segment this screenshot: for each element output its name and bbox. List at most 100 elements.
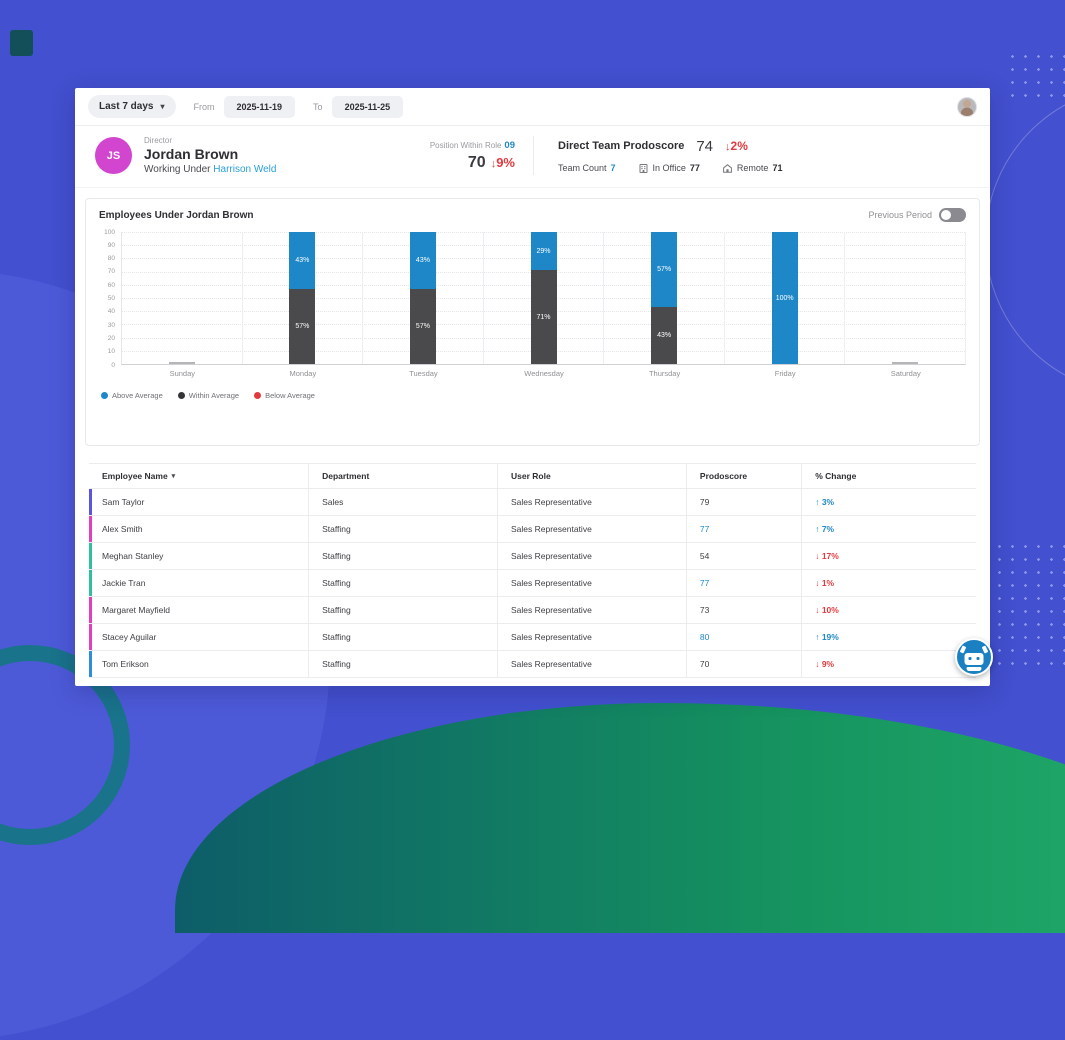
row-accent-bar	[89, 624, 92, 650]
bar-segment-above-average[interactable]: 100%	[772, 232, 798, 364]
chart-column-saturday	[845, 232, 965, 364]
x-axis: SundayMondayTuesdayWednesdayThursdayFrid…	[122, 369, 966, 378]
row-accent-bar	[89, 597, 92, 623]
prodoscore-link[interactable]: 80	[700, 632, 709, 642]
bar-segment-within-average[interactable]: 71%	[531, 270, 557, 364]
legend-item[interactable]: Within Average	[178, 391, 239, 400]
user-role-cell: Sales Representative	[497, 543, 686, 569]
chart-column-sunday	[122, 232, 243, 364]
position-block: Position Within Role09 70↓9%	[430, 140, 515, 172]
dot-grid-decoration	[993, 540, 1065, 668]
zero-bar	[169, 362, 195, 364]
employee-role: Director	[144, 136, 276, 145]
user-role-cell: Sales Representative	[497, 570, 686, 596]
score-change: ↓9%	[491, 155, 515, 170]
user-role-cell: Sales Representative	[497, 489, 686, 515]
y-axis-label: 40	[108, 308, 115, 315]
office-building-icon	[638, 163, 649, 174]
prodoscore-cell: 70	[686, 651, 801, 677]
profile-summary: JS Director Jordan Brown Working Under H…	[75, 126, 990, 188]
x-axis-label: Sunday	[122, 369, 243, 378]
bar-segment-above-average[interactable]: 43%	[289, 232, 315, 289]
position-value: 09	[504, 140, 515, 151]
y-axis-label: 0	[111, 362, 115, 369]
table-row[interactable]: Sam TaylorSalesSales Representative79 ↑ 3…	[89, 489, 976, 516]
column-header--change[interactable]: % Change	[801, 464, 976, 488]
bar-segment-above-average[interactable]: 43%	[410, 232, 436, 289]
chart-column-tuesday: 57%43%	[363, 232, 484, 364]
legend-dot-icon	[178, 392, 185, 399]
percent-change-cell: ↑ 7%	[801, 516, 976, 542]
table-row[interactable]: Tom EriksonStaffingSales Representative7…	[89, 651, 976, 678]
legend-item[interactable]: Below Average	[254, 391, 315, 400]
employee-name-cell: Margaret Mayfield	[89, 597, 308, 623]
zero-bar	[892, 362, 918, 364]
prodoscore-cell: 79	[686, 489, 801, 515]
bar-segment-within-average[interactable]: 57%	[410, 289, 436, 364]
remote-stat: Remote71	[722, 163, 783, 174]
team-score-label: Direct Team Prodoscore	[558, 140, 684, 152]
row-accent-bar	[89, 516, 92, 542]
column-header-department[interactable]: Department	[308, 464, 497, 488]
dashboard-panel: Last 7 days ▾ From 2025-11-19 To 2025-11…	[75, 88, 990, 686]
bar-segment-within-average[interactable]: 43%	[651, 307, 677, 364]
manager-link[interactable]: Harrison Weld	[213, 164, 276, 175]
prodoscore-cell: 73	[686, 597, 801, 623]
chart-column-friday: 100%	[725, 232, 846, 364]
prodoscore-link[interactable]: 77	[700, 524, 709, 534]
to-date-field[interactable]: 2025-11-25	[332, 96, 404, 118]
row-accent-bar	[89, 570, 92, 596]
table-row[interactable]: Alex SmithStaffingSales Representative77…	[89, 516, 976, 543]
y-axis-label: 80	[108, 255, 115, 262]
employee-name-cell: Sam Taylor	[89, 489, 308, 515]
table-row[interactable]: Jackie TranStaffingSales Representative7…	[89, 570, 976, 597]
prodoscore-cell: 77	[686, 516, 801, 542]
legend-dot-icon	[254, 392, 261, 399]
bar-segment-above-average[interactable]: 29%	[531, 232, 557, 270]
bar-segment-above-average[interactable]: 57%	[651, 232, 677, 307]
user-avatar[interactable]	[957, 97, 977, 117]
y-axis-label: 70	[108, 268, 115, 275]
bar-segment-within-average[interactable]: 57%	[289, 289, 315, 364]
up-arrow-icon: ↑ 3%	[815, 497, 834, 507]
employee-name-cell: Tom Erikson	[89, 651, 308, 677]
column-header-prodoscore[interactable]: Prodoscore	[686, 464, 801, 488]
chart-title: Employees Under Jordan Brown	[99, 210, 253, 221]
table-row[interactable]: Stacey AguilarStaffingSales Representati…	[89, 624, 976, 651]
sort-icon: ▾	[172, 472, 176, 480]
chart-card: Employees Under Jordan Brown Previous Pe…	[85, 198, 980, 446]
page: { "icons": { "chevron_down": "▾", "sort_…	[0, 0, 1065, 738]
column-header-employee-name[interactable]: Employee Name▾	[89, 464, 308, 488]
down-arrow-icon: ↓ 1%	[815, 578, 834, 588]
column-header-user-role[interactable]: User Role	[497, 464, 686, 488]
table-row[interactable]: Margaret MayfieldStaffingSales Represent…	[89, 597, 976, 624]
user-role-cell: Sales Representative	[497, 597, 686, 623]
chart-column-thursday: 43%57%	[604, 232, 725, 364]
to-label: To	[313, 102, 323, 112]
chart-plot-area: 57%43%57%43%71%29%43%57%100%	[121, 232, 966, 365]
employee-name: Jordan Brown	[144, 146, 276, 162]
previous-period-toggle[interactable]	[939, 208, 966, 222]
from-date-field[interactable]: 2025-11-19	[224, 96, 296, 118]
corner-square-decoration	[10, 30, 33, 56]
date-range-dropdown[interactable]: Last 7 days ▾	[88, 95, 176, 118]
employee-name-cell: Meghan Stanley	[89, 543, 308, 569]
legend-item[interactable]: Above Average	[101, 391, 163, 400]
department-cell: Sales	[308, 489, 497, 515]
dot-grid-decoration	[1006, 50, 1065, 104]
chart-legend: Above Average Within Average Below Average	[101, 391, 966, 400]
team-count: Team Count7	[558, 163, 616, 173]
chatbot-button[interactable]	[955, 638, 993, 676]
prodoscore-link[interactable]: 77	[700, 578, 709, 588]
percent-change-cell: ↓ 17%	[801, 543, 976, 569]
y-axis-label: 10	[108, 348, 115, 355]
team-score-value: 74	[696, 138, 713, 155]
y-axis-label: 90	[108, 242, 115, 249]
position-label: Position Within Role	[430, 141, 502, 150]
percent-change-cell: ↓ 10%	[801, 597, 976, 623]
table-row[interactable]: Meghan StanleyStaffingSales Representati…	[89, 543, 976, 570]
department-cell: Staffing	[308, 543, 497, 569]
x-axis-label: Monday	[243, 369, 364, 378]
x-axis-label: Saturday	[845, 369, 966, 378]
team-stats: Direct Team Prodoscore 74 ↓2% Team Count…	[546, 138, 970, 174]
